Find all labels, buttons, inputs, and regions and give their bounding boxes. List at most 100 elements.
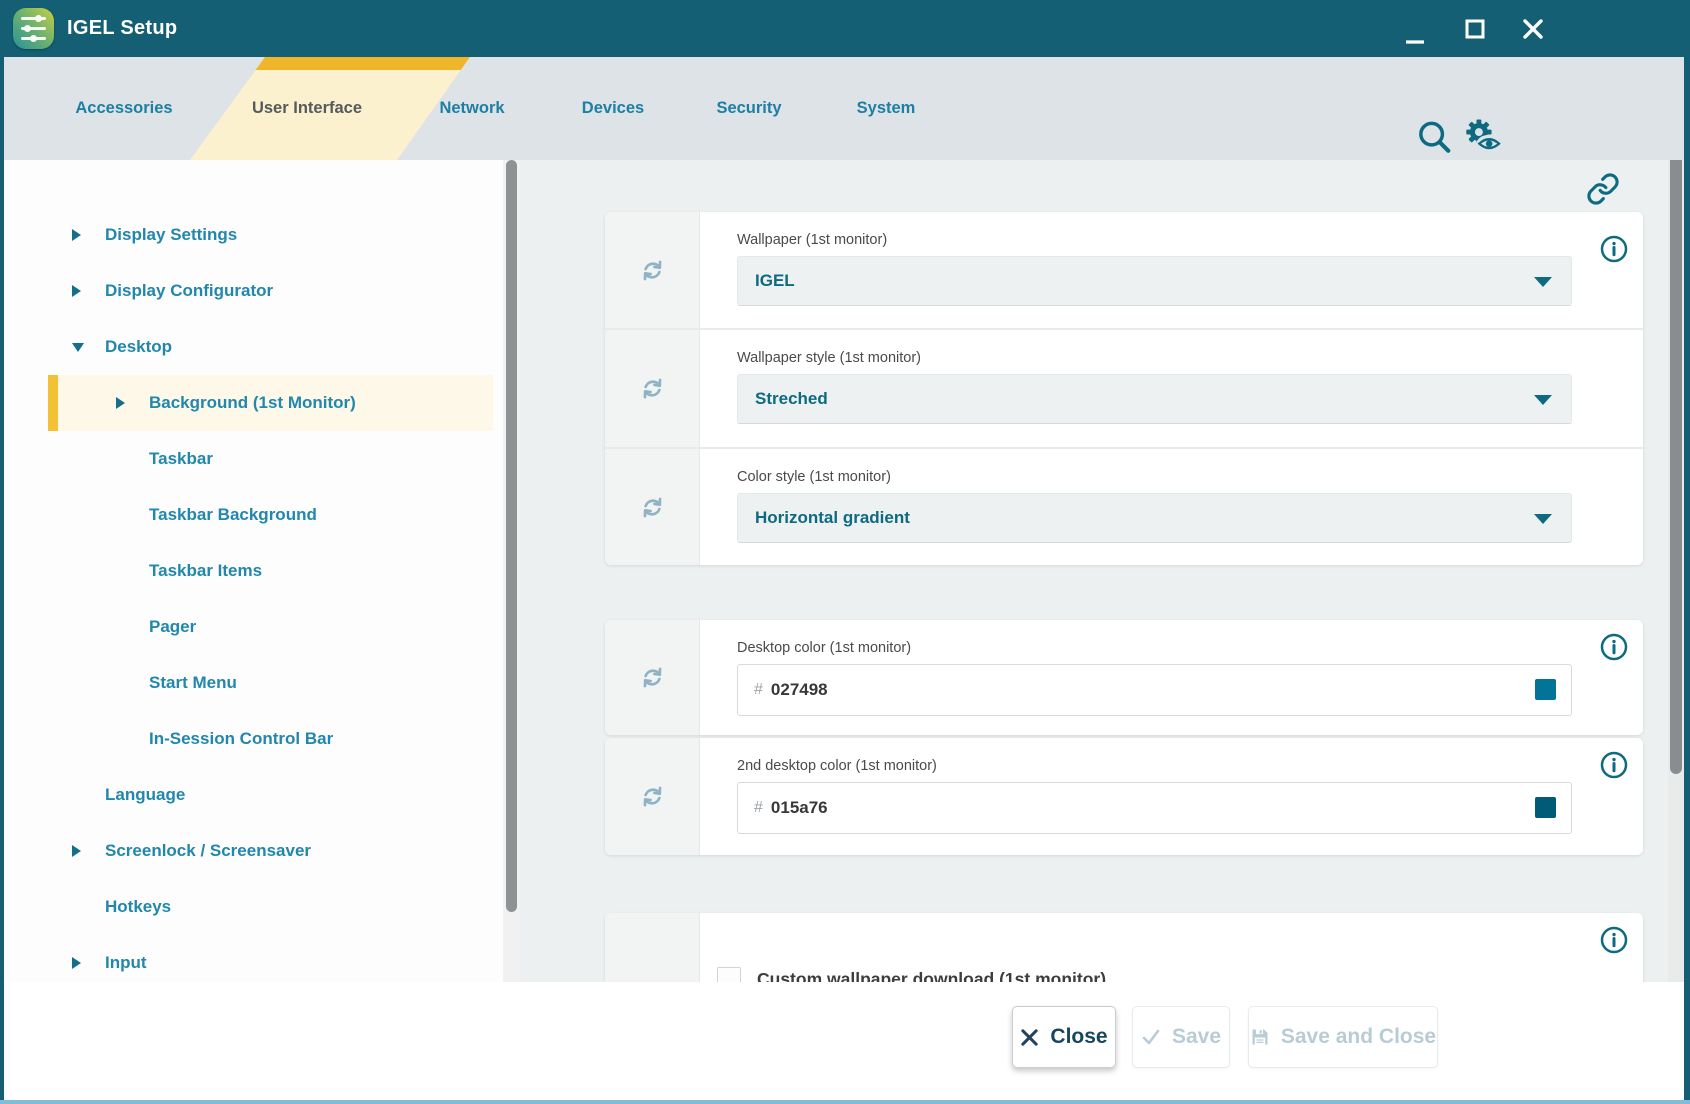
logo-slider-line (21, 37, 46, 40)
logo-slider-line (21, 17, 46, 20)
setting-row-desktop-color: Desktop color (1st monitor) # 027498 (605, 620, 1643, 735)
search-button[interactable] (1415, 118, 1453, 161)
tree-item-taskbar-background[interactable]: Taskbar Background (4, 487, 503, 543)
main-scrollbar-track[interactable] (1668, 160, 1684, 982)
tree-item-pager[interactable]: Pager (4, 599, 503, 655)
wallpaper-select[interactable]: IGEL (737, 256, 1572, 306)
expand-arrow-icon[interactable] (116, 397, 132, 409)
tree-item-screenlock-screensaver[interactable]: Screenlock / Screensaver (4, 823, 503, 879)
tree-item-taskbar-items[interactable]: Taskbar Items (4, 543, 503, 599)
save-and-close-button[interactable]: Save and Close (1248, 1006, 1438, 1068)
tree-item-in-session-control-bar[interactable]: In-Session Control Bar (4, 711, 503, 767)
tree-item-start-menu[interactable]: Start Menu (4, 655, 503, 711)
reset-icon (639, 783, 666, 810)
chevron-down-icon (1534, 514, 1552, 524)
color-style-select[interactable]: Horizontal gradient (737, 493, 1572, 543)
select-value: Horizontal gradient (738, 494, 1571, 542)
info-button[interactable] (1599, 632, 1629, 667)
tab-security[interactable]: Security (716, 57, 781, 160)
setup-observe-button[interactable] (1460, 115, 1504, 164)
save-button[interactable]: Save (1132, 1006, 1230, 1068)
save-button-label: Save (1172, 1025, 1221, 1049)
info-button[interactable] (1599, 925, 1629, 960)
reset-parameter-button[interactable] (605, 330, 700, 447)
close-window-button[interactable] (1516, 14, 1550, 44)
info-icon (1599, 234, 1629, 264)
second-desktop-color-input[interactable]: # 015a76 (737, 782, 1572, 834)
reset-parameter-button[interactable] (605, 212, 700, 328)
color-swatch[interactable] (1535, 679, 1556, 700)
second-desktop-color-card: 2nd desktop color (1st monitor) # 015a76 (605, 738, 1643, 855)
window-right-border (1684, 57, 1690, 1104)
field-label: Color style (1st monitor) (737, 469, 1572, 485)
info-button[interactable] (1599, 750, 1629, 785)
tree-item-label: Background (1st Monitor) (149, 393, 356, 413)
floppy-disk-icon (1250, 1027, 1270, 1047)
chevron-down-icon (1534, 277, 1552, 287)
tree-item-display-configurator[interactable]: Display Configurator (4, 263, 503, 319)
expand-arrow-icon[interactable] (72, 957, 88, 969)
tree-item-label: Display Configurator (105, 281, 273, 301)
logo-slider-knob (24, 25, 31, 32)
tab-accessories[interactable]: Accessories (75, 57, 172, 160)
field-label: 2nd desktop color (1st monitor) (737, 758, 1572, 774)
setting-row-wallpaper: Wallpaper (1st monitor) IGEL (605, 212, 1643, 328)
app-logo-sliders-icon (13, 8, 54, 49)
color-swatch[interactable] (1535, 797, 1556, 818)
sidebar-scrollbar-thumb[interactable] (506, 160, 517, 912)
close-button[interactable]: Close (1012, 1006, 1116, 1068)
collapse-arrow-icon[interactable] (72, 343, 88, 352)
info-icon (1599, 925, 1629, 955)
tree-item-label: Language (105, 785, 185, 805)
wallpaper-style-select[interactable]: Streched (737, 374, 1572, 424)
checkmark-icon (1141, 1027, 1161, 1047)
tab-devices[interactable]: Devices (582, 57, 644, 160)
reset-parameter-button[interactable] (605, 738, 700, 855)
tab-bar: Accessories User Interface Network Devic… (0, 57, 1690, 160)
tree-item-language[interactable]: Language (4, 767, 503, 823)
tree-item-background-1st-monitor[interactable]: Background (1st Monitor) (48, 375, 493, 431)
desktop-color-input[interactable]: # 027498 (737, 664, 1572, 716)
tree-item-taskbar[interactable]: Taskbar (4, 431, 503, 487)
search-icon (1415, 118, 1453, 156)
sidebar-scrollbar-track[interactable] (503, 160, 520, 982)
tab-user-interface[interactable]: User Interface (252, 57, 362, 160)
tree-item-label: In-Session Control Bar (149, 729, 333, 749)
tree-item-hotkeys[interactable]: Hotkeys (4, 879, 503, 935)
expand-arrow-icon[interactable] (72, 285, 88, 297)
main-scrollbar-thumb[interactable] (1670, 152, 1682, 774)
tree-item-label: Pager (149, 617, 196, 637)
tree-item-label: Taskbar Background (149, 505, 317, 525)
hash-prefix: # (754, 681, 763, 699)
field-label: Desktop color (1st monitor) (737, 640, 1572, 656)
tree-item-label: Input (105, 953, 147, 973)
tree-item-desktop[interactable]: Desktop (4, 319, 503, 375)
minimize-icon (1403, 23, 1427, 47)
link-parameter-button[interactable] (1586, 172, 1620, 211)
save-and-close-button-label: Save and Close (1281, 1025, 1436, 1049)
close-icon (1522, 18, 1544, 40)
field-label: Wallpaper (1st monitor) (737, 232, 1572, 248)
tree-item-label: Taskbar (149, 449, 213, 469)
tab-system[interactable]: System (857, 57, 916, 160)
reset-icon (639, 257, 666, 284)
reset-parameter-button[interactable] (605, 620, 700, 735)
window-bottom-border (0, 1100, 1690, 1104)
expand-arrow-icon[interactable] (72, 229, 88, 241)
setting-row-2nd-desktop-color: 2nd desktop color (1st monitor) # 015a76 (605, 738, 1643, 855)
tree-item-label: Screenlock / Screensaver (105, 841, 311, 861)
info-button[interactable] (1599, 234, 1629, 269)
close-x-icon (1020, 1028, 1039, 1047)
tree-item-label: Hotkeys (105, 897, 171, 917)
tree-item-label: Display Settings (105, 225, 237, 245)
window-left-border (0, 57, 4, 1104)
minimize-button[interactable] (1398, 20, 1432, 50)
tree-item-display-settings[interactable]: Display Settings (4, 207, 503, 263)
setting-row-color-style: Color style (1st monitor) Horizontal gra… (605, 449, 1643, 565)
expand-arrow-icon[interactable] (72, 845, 88, 857)
maximize-button[interactable] (1458, 14, 1492, 44)
tab-network[interactable]: Network (439, 57, 504, 160)
info-icon (1599, 632, 1629, 662)
reset-parameter-button[interactable] (605, 449, 700, 565)
settings-tree-sidebar: Display Settings Display Configurator De… (4, 160, 503, 982)
